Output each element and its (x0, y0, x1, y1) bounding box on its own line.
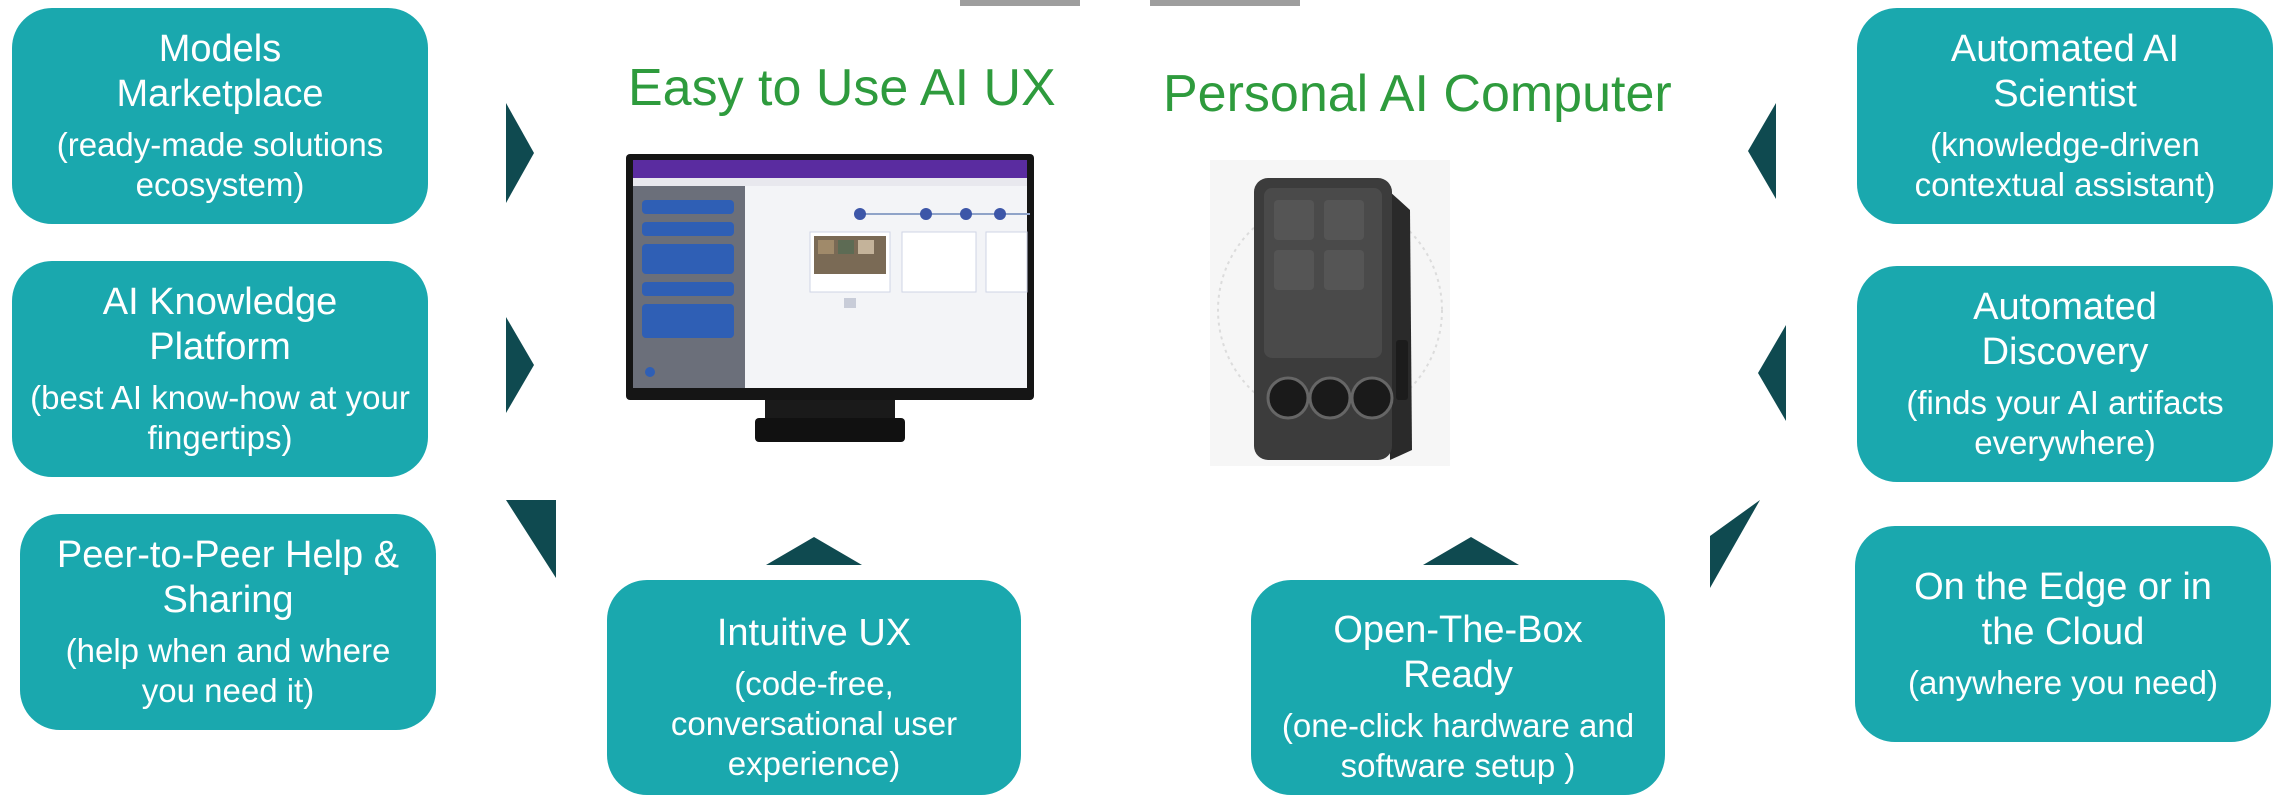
models-marketplace-box: Models Marketplace (ready-made solutions… (12, 8, 428, 224)
intuitive-ux-box: Intuitive UX (code-free, conversational … (607, 580, 1021, 795)
arrow-right-icon (506, 103, 534, 203)
automated-discovery-box: Automated Discovery (finds your AI artif… (1857, 266, 2273, 482)
box-title: AI Knowledge Platform (102, 281, 338, 368)
ai-ux-monitor-illustration (626, 154, 1034, 442)
arrow-left-icon (1758, 325, 1786, 421)
personal-ai-computer-illustration (1210, 160, 1450, 466)
arrow-diagonal-icon (506, 500, 556, 578)
peer-to-peer-box: Peer-to-Peer Help & Sharing (help when a… (20, 514, 436, 730)
arrow-up-icon (1423, 537, 1519, 565)
easy-to-use-heading: Easy to Use AI UX (628, 59, 1056, 117)
cropped-text-fragment (960, 0, 1080, 6)
open-the-box-ready-box: Open-The-Box Ready (one-click hardware a… (1251, 580, 1665, 795)
arrow-right-icon (506, 317, 534, 413)
box-title: Intuitive UX (716, 612, 912, 654)
box-subtitle: (best AI know-how at your fingertips) (30, 379, 410, 456)
arrow-left-icon (1748, 103, 1776, 199)
box-subtitle: (ready-made solutions ecosystem) (56, 126, 384, 203)
box-title: On the Edge or in the Cloud (1914, 566, 2212, 653)
box-subtitle: (finds your AI artifacts everywhere) (1906, 384, 2224, 461)
box-title: Open-The-Box Ready (1333, 608, 1583, 696)
edge-or-cloud-box: On the Edge or in the Cloud (anywhere yo… (1855, 526, 2271, 742)
box-title: Peer-to-Peer Help & Sharing (56, 534, 400, 621)
box-subtitle: (code-free, conversational user experien… (670, 665, 958, 782)
cropped-text-fragment (1150, 0, 1300, 6)
box-subtitle: (one-click hardware and software setup ) (1281, 706, 1635, 784)
box-subtitle: (anywhere you need) (1907, 664, 2219, 701)
personal-ai-computer-heading: Personal AI Computer (1163, 65, 1672, 123)
box-title: Automated AI Scientist (1950, 28, 2180, 115)
automated-ai-scientist-box: Automated AI Scientist (knowledge-driven… (1857, 8, 2273, 224)
box-subtitle: (help when and where you need it) (65, 632, 391, 709)
box-subtitle: (knowledge-driven contextual assistant) (1914, 126, 2216, 203)
arrow-diagonal-icon (1710, 500, 1760, 588)
ai-knowledge-platform-box: AI Knowledge Platform (best AI know-how … (12, 261, 428, 477)
box-title: Models Marketplace (116, 28, 324, 115)
box-title: Automated Discovery (1973, 286, 2157, 373)
arrow-up-icon (766, 537, 862, 565)
